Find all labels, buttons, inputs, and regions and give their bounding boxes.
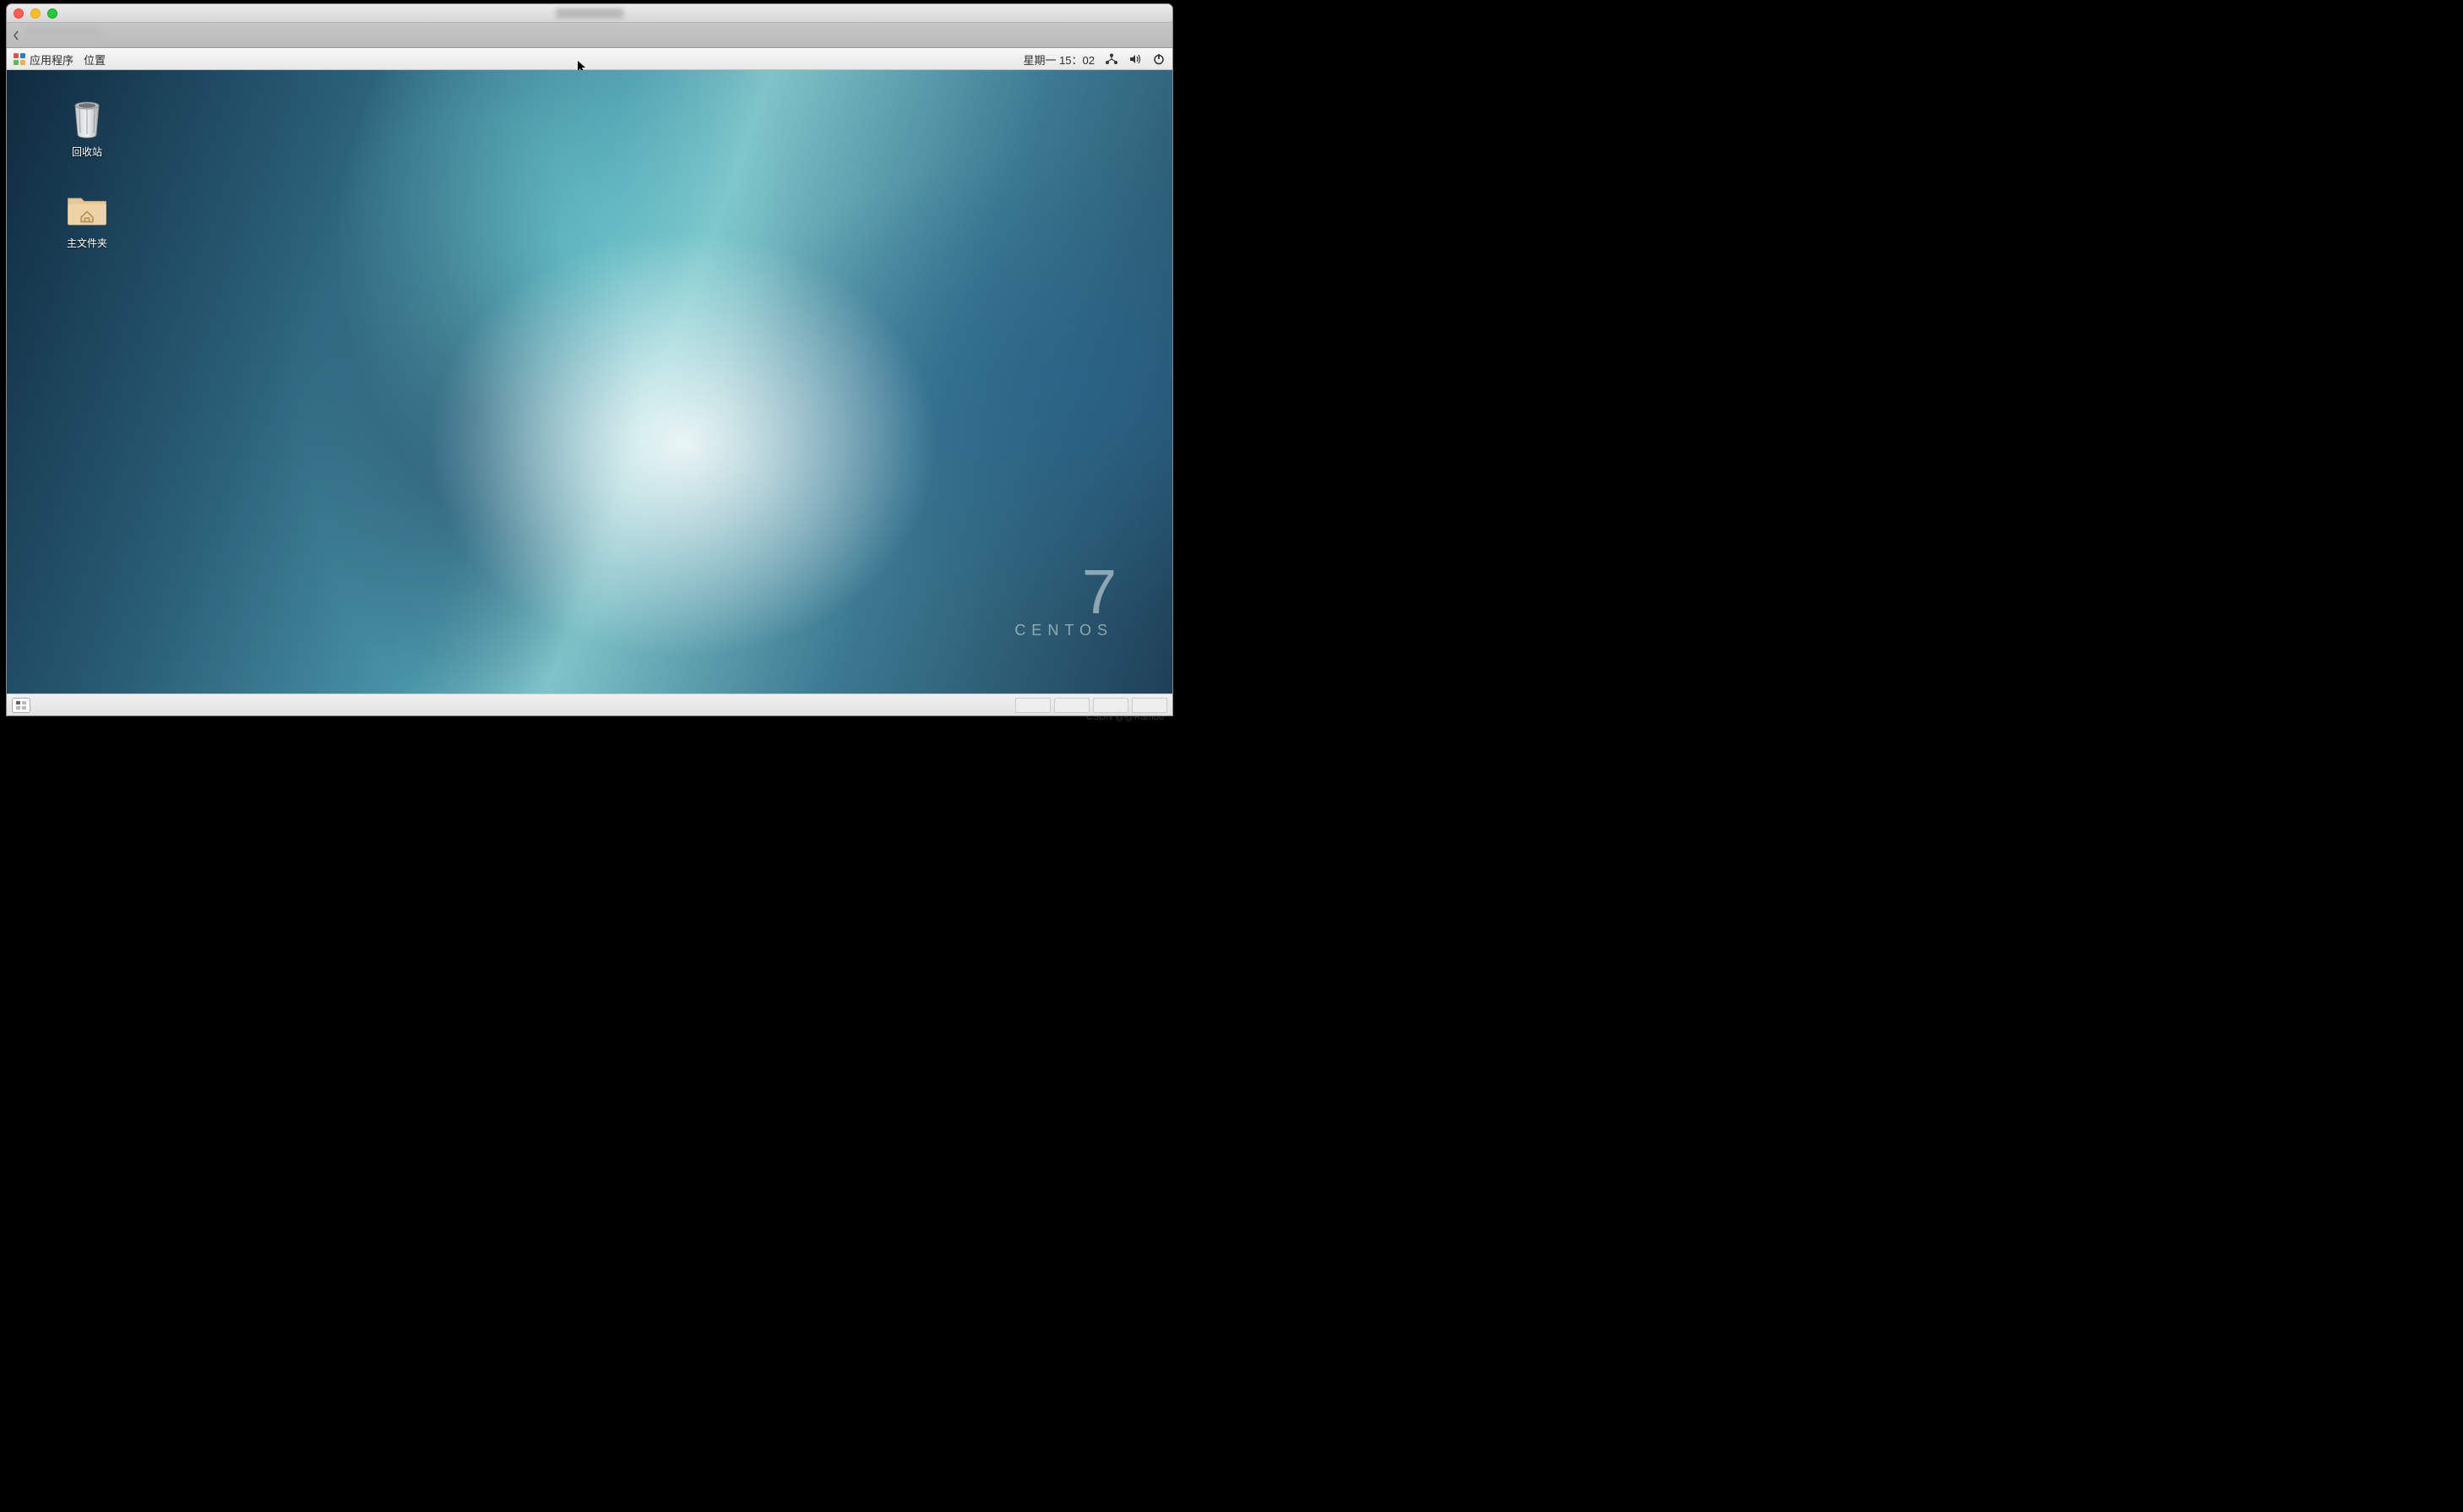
gnome-bottom-panel: [7, 693, 1172, 715]
clock[interactable]: 星期一 15：02: [1023, 52, 1095, 68]
host-toolbar: [7, 23, 1172, 48]
zoom-icon[interactable]: [47, 8, 57, 19]
workspace-switcher[interactable]: [12, 698, 30, 713]
centos-branding: 7 CENTOS: [1014, 561, 1113, 639]
minimize-icon[interactable]: [30, 8, 41, 19]
host-window: 应用程序 位置 星期一 15：02: [7, 4, 1172, 715]
host-titlebar: [7, 4, 1172, 23]
trash-label: 回收站: [72, 144, 102, 159]
tray-slot[interactable]: [1015, 698, 1051, 713]
places-menu[interactable]: 位置: [84, 52, 106, 68]
window-controls: [14, 8, 57, 19]
host-title-blurred: [556, 8, 623, 19]
applications-label: 应用程序: [30, 52, 73, 68]
address-blurred: [25, 26, 101, 45]
bottom-tray: [1015, 698, 1167, 713]
gnome-top-panel: 应用程序 位置 星期一 15：02: [7, 48, 1172, 70]
guest-vm-screen: 应用程序 位置 星期一 15：02: [7, 48, 1172, 715]
tray-slot[interactable]: [1054, 698, 1090, 713]
places-label: 位置: [84, 54, 106, 67]
centos-name: CENTOS: [1014, 622, 1113, 639]
trash-icon[interactable]: 回收站: [49, 95, 125, 159]
volume-icon[interactable]: [1128, 52, 1142, 66]
folder-home-icon: [65, 187, 109, 231]
tray-slot[interactable]: [1093, 698, 1128, 713]
close-icon[interactable]: [14, 8, 24, 19]
applications-menu[interactable]: 应用程序: [14, 52, 73, 68]
centos-version: 7: [1014, 561, 1113, 623]
tray-slot[interactable]: [1132, 698, 1167, 713]
home-folder-label: 主文件夹: [67, 236, 107, 250]
power-icon[interactable]: [1152, 52, 1166, 66]
network-icon[interactable]: [1105, 52, 1118, 66]
applications-icon: [14, 53, 25, 65]
home-folder-icon[interactable]: 主文件夹: [49, 187, 125, 250]
trash-bin-icon: [65, 95, 109, 139]
desktop[interactable]: 回收站 主文件夹 7 CENTOS: [7, 70, 1172, 693]
back-icon[interactable]: [12, 30, 20, 41]
